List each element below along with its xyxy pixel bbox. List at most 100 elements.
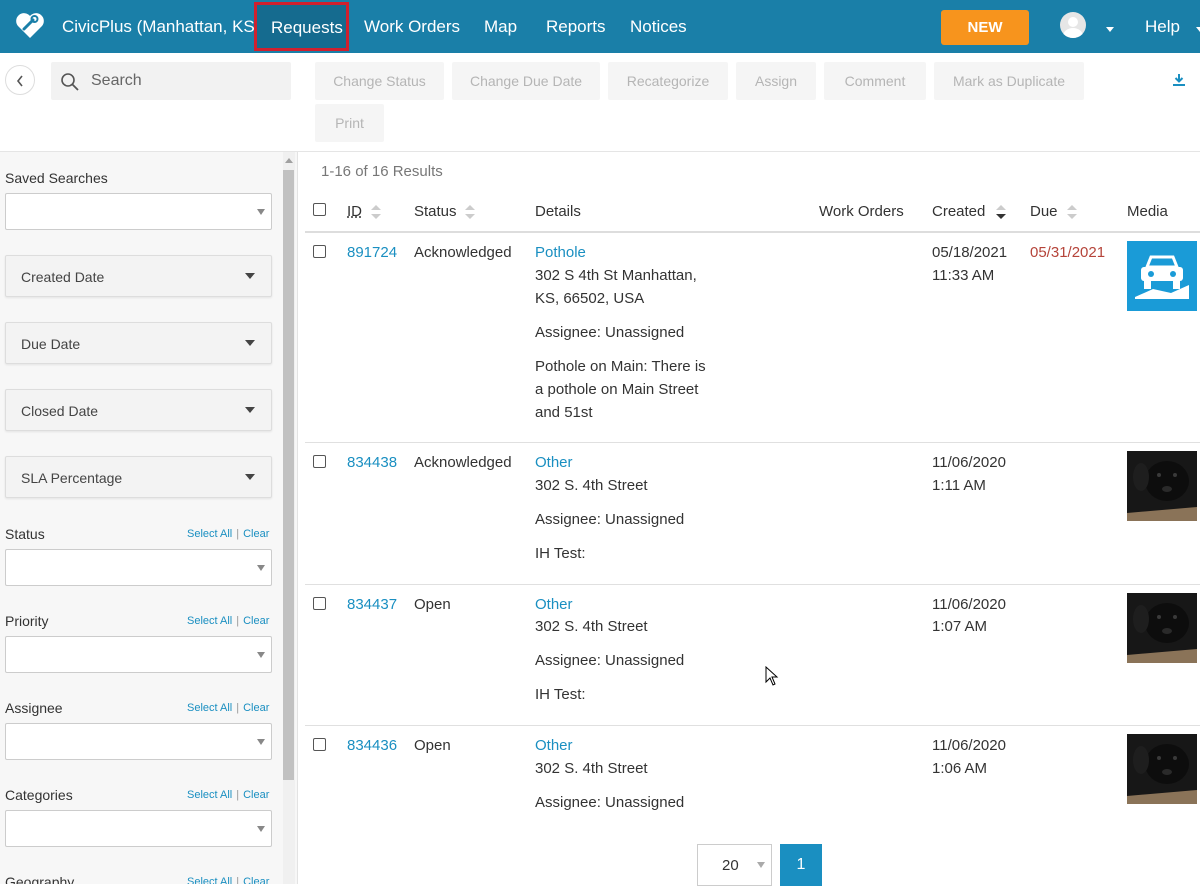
page-size-select[interactable]: 20 bbox=[697, 844, 772, 886]
created-time: 1:06 AM bbox=[932, 760, 988, 777]
nav-map[interactable]: Map bbox=[484, 17, 517, 37]
request-status: Open bbox=[414, 737, 451, 754]
select-all-link[interactable]: Select All bbox=[187, 702, 232, 714]
filter-sidebar: Saved Searches Created Date Due Date Clo… bbox=[0, 152, 298, 884]
request-category-link[interactable]: Other bbox=[535, 451, 573, 474]
sort-descending-icon[interactable] bbox=[995, 203, 1007, 221]
change-status-button[interactable]: Change Status bbox=[315, 62, 444, 100]
row-checkbox[interactable] bbox=[313, 455, 326, 468]
clear-link[interactable]: Clear bbox=[243, 789, 269, 801]
user-menu-caret-icon[interactable] bbox=[1106, 27, 1114, 32]
priority-filter-select[interactable] bbox=[5, 636, 272, 673]
request-id-link[interactable]: 834436 bbox=[347, 734, 397, 757]
clear-link[interactable]: Clear bbox=[243, 702, 269, 714]
select-all-link[interactable]: Select All bbox=[187, 615, 232, 627]
nav-requests[interactable]: Requests bbox=[254, 2, 349, 51]
assignee-filter-select[interactable] bbox=[5, 723, 272, 760]
sort-icon[interactable] bbox=[370, 203, 382, 221]
comment-button[interactable]: Comment bbox=[824, 62, 926, 100]
sidebar-scrollbar-thumb[interactable] bbox=[283, 170, 294, 780]
geography-filter-label: Geography bbox=[5, 874, 75, 884]
assign-button[interactable]: Assign bbox=[736, 62, 816, 100]
row-checkbox[interactable] bbox=[313, 597, 326, 610]
request-category-link[interactable]: Other bbox=[535, 734, 573, 757]
chevron-down-icon bbox=[245, 273, 255, 279]
civicplus-logo-icon[interactable] bbox=[14, 9, 46, 41]
search-icon bbox=[61, 73, 79, 91]
sla-percentage-label: SLA Percentage bbox=[21, 470, 123, 486]
status-filter-links: Select All | Clear bbox=[187, 528, 269, 540]
created-time: 1:07 AM bbox=[932, 618, 988, 635]
media-thumbnail[interactable] bbox=[1127, 241, 1197, 311]
link-separator: | bbox=[236, 615, 240, 627]
organization-name[interactable]: CivicPlus (Manhattan, KS) bbox=[62, 17, 260, 37]
categories-filter-select[interactable] bbox=[5, 810, 272, 847]
car-icon bbox=[1135, 255, 1189, 299]
status-filter-select[interactable] bbox=[5, 549, 272, 586]
page-size-value: 20 bbox=[722, 857, 739, 874]
help-caret-icon[interactable] bbox=[1196, 27, 1200, 32]
sort-icon[interactable] bbox=[464, 203, 476, 221]
nav-work-orders[interactable]: Work Orders bbox=[364, 17, 460, 37]
closed-date-label: Closed Date bbox=[21, 403, 99, 419]
select-all-link[interactable]: Select All bbox=[187, 876, 232, 884]
sort-icon[interactable] bbox=[1066, 203, 1078, 221]
nav-requests-label: Requests bbox=[271, 18, 343, 37]
avatar-head bbox=[1068, 17, 1078, 27]
request-description: and 51st bbox=[535, 404, 593, 421]
nav-reports[interactable]: Reports bbox=[546, 17, 606, 37]
new-request-button[interactable]: NEW bbox=[941, 10, 1029, 45]
column-header-id[interactable]: ID bbox=[347, 203, 362, 220]
media-thumbnail[interactable] bbox=[1127, 451, 1197, 521]
user-avatar[interactable] bbox=[1060, 12, 1086, 38]
dog-photo-icon bbox=[1127, 451, 1197, 521]
request-category-link[interactable]: Other bbox=[535, 593, 573, 616]
clear-link[interactable]: Clear bbox=[243, 615, 269, 627]
mark-as-duplicate-button[interactable]: Mark as Duplicate bbox=[934, 62, 1084, 100]
request-id-link[interactable]: 891724 bbox=[347, 241, 397, 264]
clear-link[interactable]: Clear bbox=[243, 528, 269, 540]
due-date: 05/31/2021 bbox=[1030, 244, 1106, 261]
due-date-panel[interactable]: Due Date bbox=[5, 322, 272, 364]
request-id-link[interactable]: 834438 bbox=[347, 451, 397, 474]
media-thumbnail[interactable] bbox=[1127, 734, 1197, 804]
print-button[interactable]: Print bbox=[315, 104, 384, 142]
request-status: Acknowledged bbox=[414, 244, 512, 261]
recategorize-button[interactable]: Recategorize bbox=[608, 62, 728, 100]
dog-photo-icon bbox=[1127, 734, 1197, 804]
page-button-current[interactable]: 1 bbox=[780, 844, 822, 886]
media-thumbnail[interactable] bbox=[1127, 593, 1197, 663]
sla-percentage-panel[interactable]: SLA Percentage bbox=[5, 456, 272, 498]
help-menu[interactable]: Help bbox=[1145, 17, 1180, 37]
priority-filter-links: Select All | Clear bbox=[187, 615, 269, 627]
closed-date-panel[interactable]: Closed Date bbox=[5, 389, 272, 431]
request-status: Acknowledged bbox=[414, 454, 512, 471]
select-all-checkbox[interactable] bbox=[313, 203, 326, 216]
column-header-work-orders: Work Orders bbox=[819, 203, 904, 220]
scroll-up-arrow-icon[interactable] bbox=[285, 158, 293, 163]
created-date-panel[interactable]: Created Date bbox=[5, 255, 272, 297]
select-all-link[interactable]: Select All bbox=[187, 528, 232, 540]
search-input[interactable] bbox=[91, 68, 281, 94]
link-separator: | bbox=[236, 528, 240, 540]
change-due-date-button[interactable]: Change Due Date bbox=[452, 62, 600, 100]
collapse-sidebar-button[interactable] bbox=[5, 65, 35, 95]
column-header-due[interactable]: Due bbox=[1030, 203, 1058, 220]
chevron-down-icon bbox=[257, 826, 265, 832]
created-time: 11:33 AM bbox=[932, 267, 995, 284]
request-id-link[interactable]: 834437 bbox=[347, 593, 397, 616]
status-filter-label: Status bbox=[5, 526, 45, 542]
row-checkbox[interactable] bbox=[313, 738, 326, 751]
select-all-link[interactable]: Select All bbox=[187, 789, 232, 801]
row-divider bbox=[305, 725, 1200, 726]
nav-notices[interactable]: Notices bbox=[630, 17, 687, 37]
column-header-status[interactable]: Status bbox=[414, 203, 457, 220]
request-status: Open bbox=[414, 596, 451, 613]
column-header-media: Media bbox=[1127, 203, 1168, 220]
request-category-link[interactable]: Pothole bbox=[535, 241, 586, 264]
download-icon[interactable] bbox=[1172, 73, 1186, 87]
column-header-created[interactable]: Created bbox=[932, 203, 985, 220]
saved-searches-select[interactable] bbox=[5, 193, 272, 230]
row-checkbox[interactable] bbox=[313, 245, 326, 258]
clear-link[interactable]: Clear bbox=[243, 876, 269, 884]
